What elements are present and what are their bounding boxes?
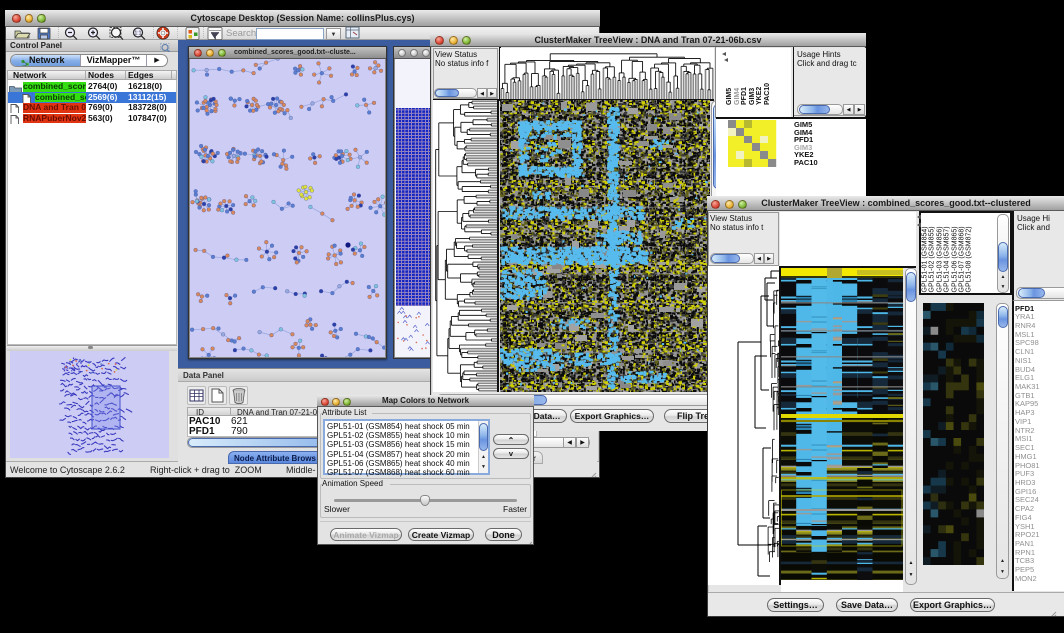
svg-text:1:1: 1:1 <box>135 31 142 37</box>
